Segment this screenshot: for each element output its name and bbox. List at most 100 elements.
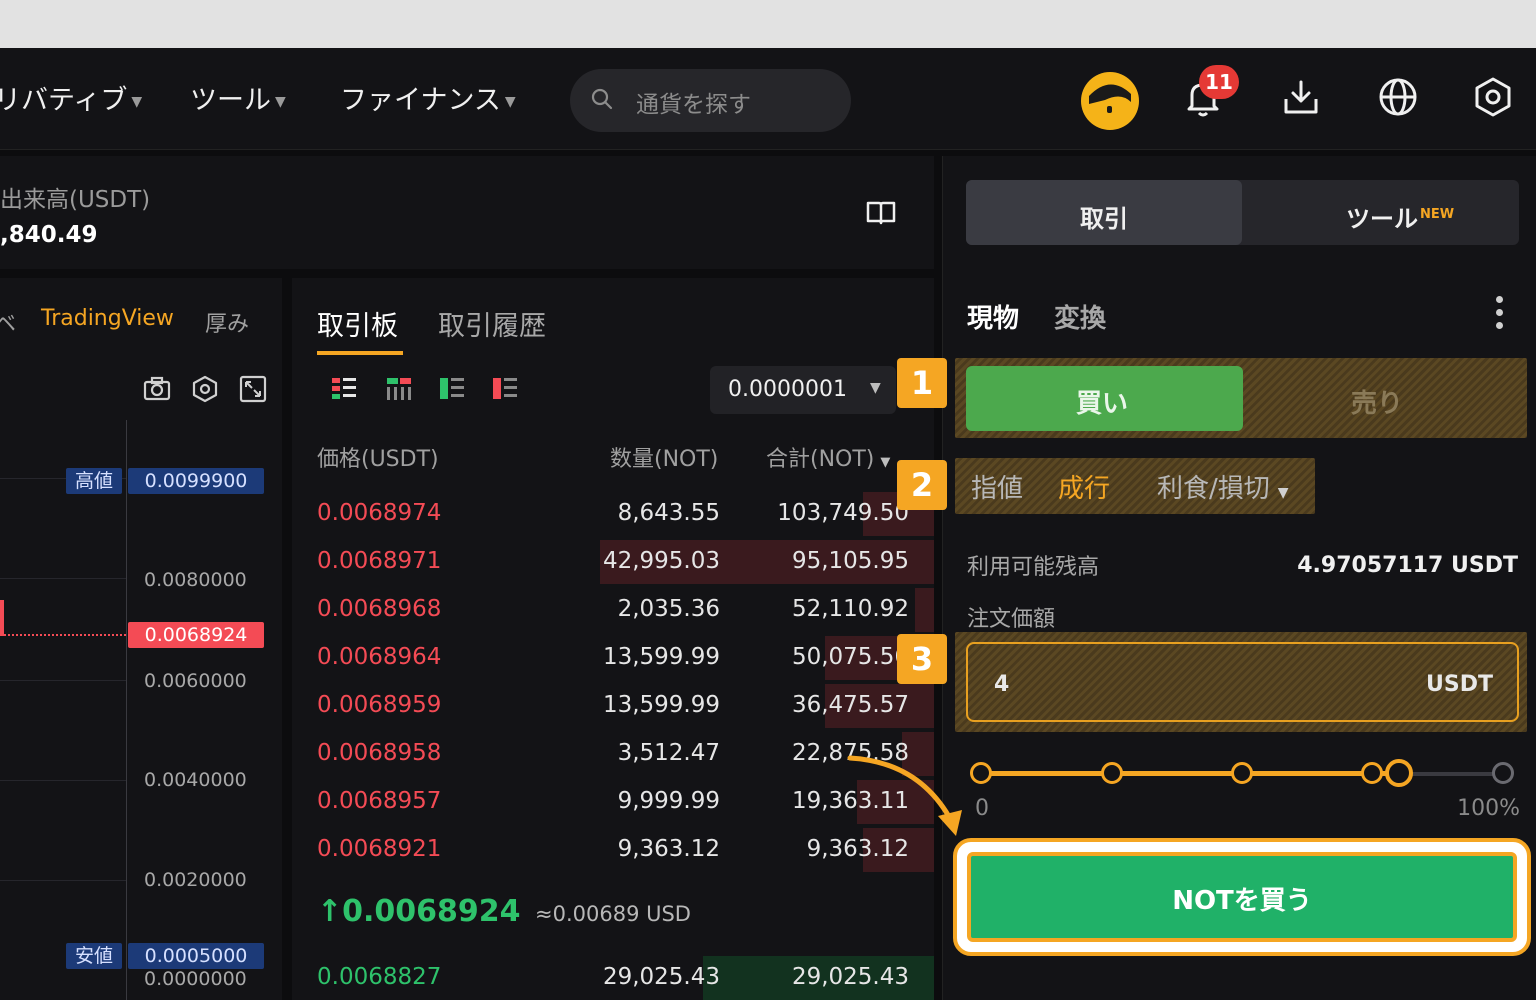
avatar[interactable] bbox=[1081, 72, 1139, 130]
step-badge-3: 3 bbox=[897, 634, 947, 684]
more-icon[interactable] bbox=[1496, 296, 1504, 334]
slider-handle[interactable] bbox=[1385, 759, 1413, 787]
chart-tab-basic[interactable]: ベ bbox=[0, 306, 16, 338]
avatar-face-icon bbox=[1089, 84, 1131, 113]
cell-total: 50,075.56 bbox=[791, 644, 909, 670]
cell-price: 0.0068959 bbox=[317, 692, 442, 718]
axis-label: 0.0040000 bbox=[144, 769, 247, 791]
fullscreen-icon[interactable] bbox=[238, 374, 268, 404]
precision-select[interactable]: 0.0000001 ▼ bbox=[710, 366, 896, 414]
axis-label: 0.0020000 bbox=[144, 869, 247, 891]
nav-tools[interactable]: ツール ▼ bbox=[190, 78, 286, 117]
cell-qty: 9,363.12 bbox=[617, 836, 720, 862]
ask-row[interactable]: 0.0068974 8,643.55 103,749.50 bbox=[292, 492, 934, 536]
col-price: 価格(USDT) bbox=[317, 447, 439, 472]
nav-derivatives[interactable]: リバティブ ▼ bbox=[0, 78, 142, 117]
depth-bar bbox=[915, 588, 934, 632]
order-type-tpsl[interactable]: 利食/損切 ▼ bbox=[1157, 468, 1289, 505]
view-both-icon[interactable] bbox=[331, 376, 357, 402]
slider-stop-25[interactable] bbox=[1101, 762, 1123, 784]
step-badge-2: 2 bbox=[897, 460, 947, 510]
nav-tools-label: ツール bbox=[190, 85, 271, 116]
slider-stop-100[interactable] bbox=[1492, 762, 1514, 784]
amount-slider[interactable] bbox=[970, 759, 1514, 787]
annotation-arrow-icon bbox=[847, 755, 962, 836]
slider-max-label: 100% bbox=[1457, 796, 1520, 821]
ask-row[interactable]: 0.0068968 2,035.36 52,110.92 bbox=[292, 588, 934, 632]
new-badge: NEW bbox=[1420, 207, 1455, 222]
segment-trade-label: 取引 bbox=[1080, 205, 1128, 233]
search-placeholder: 通貨を探す bbox=[636, 92, 751, 118]
slider-min-label: 0 bbox=[975, 796, 989, 821]
nav-finance-label: ファイナンス bbox=[340, 85, 501, 116]
sell-tab[interactable]: 売り bbox=[1351, 383, 1403, 420]
buy-not-button-label: NOTを買う bbox=[1172, 886, 1312, 916]
chevron-down-icon: ▼ bbox=[131, 93, 143, 110]
precision-value: 0.0000001 bbox=[728, 377, 847, 402]
slider-stop-50[interactable] bbox=[1231, 762, 1253, 784]
col-total[interactable]: 合計(NOT) ▼ bbox=[766, 441, 890, 473]
tab-convert[interactable]: 変換 bbox=[1054, 298, 1106, 335]
available-label: 利用可能残高 bbox=[967, 555, 1100, 580]
tab-orderbook[interactable]: 取引板 bbox=[317, 304, 398, 343]
bid-row[interactable]: 0.0068827 29,025.43 29,025.43 bbox=[292, 956, 934, 1000]
volume-value: ,840.49 bbox=[0, 222, 98, 248]
axis-label: 0.0060000 bbox=[144, 670, 247, 692]
order-type-market[interactable]: 成行 bbox=[1058, 468, 1110, 505]
col-total-label: 合計(NOT) bbox=[766, 447, 875, 472]
browser-chrome bbox=[0, 0, 1536, 48]
cell-total: 29,025.43 bbox=[791, 964, 909, 990]
buy-not-button[interactable]: NOTを買う bbox=[967, 852, 1517, 942]
search-input[interactable]: 通貨を探す bbox=[570, 69, 851, 132]
book-icon[interactable] bbox=[866, 200, 896, 226]
panel-segment: 取引 ツール NEW bbox=[966, 180, 1519, 245]
tab-spot[interactable]: 現物 bbox=[967, 298, 1019, 335]
download-icon[interactable] bbox=[1278, 74, 1324, 120]
slider-stop-75[interactable] bbox=[1361, 762, 1383, 784]
camera-icon[interactable] bbox=[142, 374, 172, 404]
ask-row[interactable]: 0.0068971 42,995.03 95,105.95 bbox=[292, 540, 934, 584]
cell-price: 0.0068968 bbox=[317, 596, 442, 622]
cell-qty: 3,512.47 bbox=[617, 740, 720, 766]
cell-qty: 9,999.99 bbox=[617, 788, 720, 814]
segment-tools-label: ツール bbox=[1346, 205, 1418, 233]
ask-row[interactable]: 0.0068959 13,599.99 36,475.57 bbox=[292, 684, 934, 728]
chevron-down-icon: ▼ bbox=[870, 380, 881, 396]
col-qty: 数量(NOT) bbox=[610, 447, 719, 472]
submit-highlight: NOTを買う bbox=[953, 838, 1531, 956]
order-type-limit[interactable]: 指値 bbox=[971, 468, 1023, 505]
segment-tools[interactable]: ツール NEW bbox=[1346, 199, 1454, 234]
chart-settings-icon[interactable] bbox=[190, 374, 220, 404]
ask-row[interactable]: 0.0068957 9,999.99 19,363.11 bbox=[292, 780, 934, 824]
view-bids-icon[interactable] bbox=[439, 376, 465, 402]
last-price: ↑0.0068924 bbox=[317, 894, 521, 929]
globe-icon[interactable] bbox=[1375, 74, 1421, 120]
high-label: 高値 bbox=[66, 468, 122, 494]
cell-qty: 13,599.99 bbox=[602, 692, 720, 718]
slider-stop-0[interactable] bbox=[970, 762, 992, 784]
view-columns-icon[interactable] bbox=[386, 376, 412, 402]
chart-axis-line bbox=[126, 420, 127, 1000]
ask-row[interactable]: 0.0068921 9,363.12 9,363.12 bbox=[292, 828, 934, 872]
gridline bbox=[0, 780, 126, 781]
ask-row[interactable]: 0.0068958 3,512.47 22,875.58 bbox=[292, 732, 934, 776]
amount-unit: USDT bbox=[1426, 672, 1493, 697]
nav-finance[interactable]: ファイナンス ▼ bbox=[340, 78, 516, 117]
settings-hex-icon[interactable] bbox=[1470, 74, 1516, 120]
chart-tab-tradingview[interactable]: TradingView bbox=[41, 306, 174, 331]
axis-label: 0.0080000 bbox=[144, 569, 247, 591]
buy-tab-label: 買い bbox=[1076, 389, 1129, 419]
candle bbox=[0, 600, 4, 636]
view-asks-icon[interactable] bbox=[492, 376, 518, 402]
cell-qty: 29,025.43 bbox=[602, 964, 720, 990]
chart-tab-depth[interactable]: 厚み bbox=[205, 306, 249, 338]
volume-label: 出来高(USDT) bbox=[0, 187, 151, 213]
high-price-tag: 0.0099900 bbox=[128, 468, 264, 494]
cell-total: 36,475.57 bbox=[791, 692, 909, 718]
notification-badge: 11 bbox=[1199, 65, 1239, 99]
ask-row[interactable]: 0.0068964 13,599.99 50,075.56 bbox=[292, 636, 934, 680]
tab-trade-history[interactable]: 取引履歴 bbox=[438, 304, 546, 343]
amount-input[interactable]: 4 USDT bbox=[966, 642, 1519, 722]
market-stats: 出来高(USDT) ,840.49 bbox=[0, 156, 934, 269]
gridline bbox=[0, 880, 126, 881]
